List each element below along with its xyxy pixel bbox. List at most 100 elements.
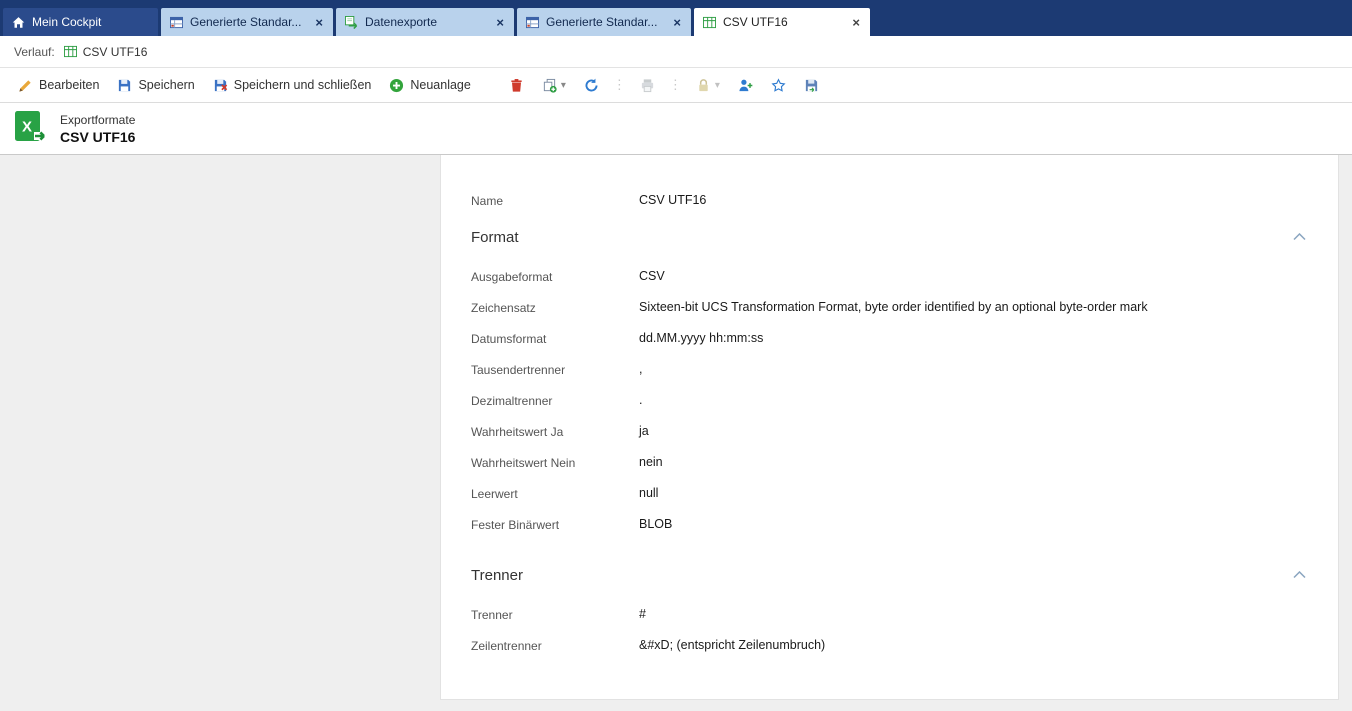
history-bar: Verlauf: CSV UTF16: [0, 36, 1352, 68]
field-value: ,: [639, 362, 643, 376]
form-row-wahrheitswert-ja: Wahrheitswert Ja ja: [471, 424, 1308, 442]
floppy-icon: [117, 78, 132, 93]
field-label: Wahrheitswert Nein: [471, 456, 576, 470]
record-header: X Exportformate CSV UTF16: [0, 103, 1352, 155]
section-title: Format: [471, 228, 519, 246]
field-value: Sixteen-bit UCS Transformation Format, b…: [639, 300, 1148, 314]
edit-button[interactable]: Bearbeiten: [10, 74, 107, 97]
add-user-button[interactable]: [730, 74, 761, 97]
field-label: Dezimaltrenner: [471, 394, 553, 408]
field-value: CSV UTF16: [639, 193, 707, 207]
field-label: Ausgabeformat: [471, 270, 553, 284]
toolbar-separator: ⋮: [668, 77, 682, 92]
tab-label: Datenexporte: [365, 15, 438, 29]
detail-panel: Name CSV UTF16 Format Ausgabeformat CSV …: [440, 155, 1339, 700]
plus-circle-icon: [389, 78, 404, 93]
record-category: Exportformate: [60, 112, 136, 127]
printer-icon: [640, 78, 655, 93]
floppy-close-icon: [213, 78, 228, 93]
export-format-icon: X: [14, 110, 50, 147]
copy-button[interactable]: ▾: [534, 74, 574, 97]
pencil-icon: [18, 78, 33, 93]
print-button[interactable]: [632, 74, 663, 97]
form-row-fester-binaerwert: Fester Binärwert BLOB: [471, 517, 1308, 535]
tab-close-icon[interactable]: ×: [314, 16, 324, 29]
field-label: Zeichensatz: [471, 301, 536, 315]
save-button-label: Speichern: [138, 78, 195, 92]
collapse-chevron-icon[interactable]: [1291, 569, 1308, 581]
section-title: Trenner: [471, 566, 523, 584]
csv-table-icon: [63, 45, 77, 58]
form-row-zeichensatz: Zeichensatz Sixteen-bit UCS Transformati…: [471, 300, 1308, 318]
field-value: CSV: [639, 269, 665, 283]
field-label: Name: [471, 194, 504, 208]
lock-icon: [696, 78, 711, 93]
form-row-datumsformat: Datumsformat dd.MM.yyyy hh:mm:ss: [471, 331, 1308, 349]
data-export-icon: [345, 15, 358, 29]
form-row-ausgabeformat: Ausgabeformat CSV: [471, 269, 1308, 287]
tab-datenexporte[interactable]: Datenexporte ×: [336, 8, 514, 36]
field-label: Trenner: [471, 608, 513, 622]
form-row-trenner: Trenner #: [471, 607, 1308, 625]
tab-mein-cockpit[interactable]: Mein Cockpit: [3, 8, 158, 36]
field-label: Wahrheitswert Ja: [471, 425, 564, 439]
field-value: null: [639, 486, 659, 500]
form-row-leerwert: Leerwert null: [471, 486, 1308, 504]
tab-label: CSV UTF16: [723, 15, 788, 29]
tab-generierte-standard-1[interactable]: Generierte Standar... ×: [161, 8, 333, 36]
field-value: BLOB: [639, 517, 673, 531]
tab-close-icon[interactable]: ×: [851, 16, 861, 29]
new-record-button-label: Neuanlage: [410, 78, 471, 92]
export-button[interactable]: [796, 74, 827, 97]
delete-button[interactable]: [501, 74, 532, 97]
new-record-button[interactable]: Neuanlage: [381, 74, 478, 97]
save-and-close-button[interactable]: Speichern und schließen: [205, 74, 380, 97]
tab-label: Generierte Standar...: [546, 15, 658, 29]
save-and-close-button-label: Speichern und schließen: [233, 78, 372, 92]
home-icon: [12, 16, 25, 29]
field-value: nein: [639, 455, 663, 469]
form-row-name: Name CSV UTF16: [471, 193, 1308, 211]
favorite-button[interactable]: [763, 74, 794, 97]
content-area: Name CSV UTF16 Format Ausgabeformat CSV …: [0, 155, 1352, 711]
tab-bar: Mein Cockpit Generierte Standar... × Dat…: [0, 0, 1352, 36]
history-item-csv-utf16[interactable]: CSV UTF16: [63, 44, 148, 59]
toolbar: Bearbeiten Speichern Speichern und schli…: [0, 68, 1352, 103]
floppy-export-icon: [804, 78, 819, 93]
save-button[interactable]: Speichern: [109, 74, 202, 97]
field-value: #: [639, 607, 646, 621]
form-row-dezimaltrenner: Dezimaltrenner .: [471, 393, 1308, 411]
toolbar-separator: ⋮: [612, 77, 626, 92]
field-value: &#xD; (entspricht Zeilenumbruch): [639, 638, 826, 652]
refresh-icon: [584, 78, 599, 93]
tab-close-icon[interactable]: ×: [495, 16, 505, 29]
table-icon: [170, 16, 183, 29]
copy-icon: [542, 78, 557, 93]
lock-button[interactable]: ▾: [688, 74, 728, 97]
history-item-label: CSV UTF16: [82, 44, 148, 59]
section-header-format: Format: [471, 227, 1308, 247]
collapse-chevron-icon[interactable]: [1291, 231, 1308, 243]
form-row-zeilentrenner: Zeilentrenner &#xD; (entspricht Zeilenum…: [471, 638, 1308, 656]
chevron-down-icon[interactable]: ▾: [715, 80, 720, 91]
form-row-wahrheitswert-nein: Wahrheitswert Nein nein: [471, 455, 1308, 473]
history-label: Verlauf:: [14, 44, 55, 59]
tab-label: Generierte Standar...: [190, 15, 302, 29]
chevron-down-icon[interactable]: ▾: [561, 80, 566, 91]
field-value: dd.MM.yyyy hh:mm:ss: [639, 331, 764, 345]
tab-close-icon[interactable]: ×: [672, 16, 682, 29]
csv-table-icon: [703, 16, 716, 29]
refresh-button[interactable]: [576, 74, 607, 97]
field-label: Datumsformat: [471, 332, 547, 346]
star-icon: [771, 77, 786, 93]
field-label: Zeilentrenner: [471, 639, 542, 653]
field-value: ja: [639, 424, 649, 438]
tab-csv-utf16[interactable]: CSV UTF16 ×: [694, 8, 870, 36]
trash-icon: [509, 78, 524, 93]
svg-text:X: X: [22, 119, 32, 136]
field-value: .: [639, 393, 643, 407]
field-label: Tausendertrenner: [471, 363, 566, 377]
tab-generierte-standard-2[interactable]: Generierte Standar... ×: [517, 8, 691, 36]
section-header-trenner: Trenner: [471, 565, 1308, 585]
table-icon: [526, 16, 539, 29]
